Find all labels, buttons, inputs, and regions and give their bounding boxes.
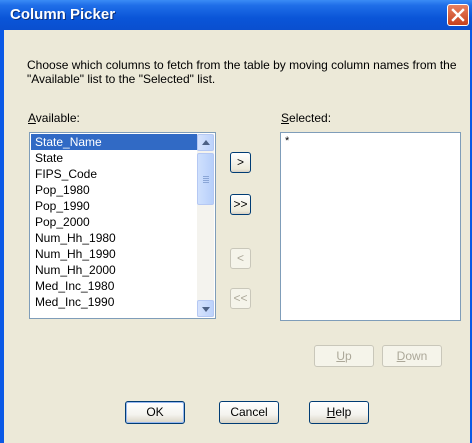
remove-column-button[interactable]: < [230, 248, 251, 269]
cancel-button[interactable]: Cancel [219, 401, 279, 424]
move-up-button[interactable]: Up [314, 345, 374, 367]
scroll-up-button[interactable] [197, 134, 214, 151]
add-column-button[interactable]: > [230, 152, 251, 173]
move-down-button[interactable]: Down [382, 345, 442, 367]
selected-listbox[interactable]: * [280, 132, 461, 321]
grip-icon [203, 176, 209, 177]
window-title: Column Picker [10, 6, 116, 23]
available-list-item[interactable]: Pop_1980 [31, 182, 197, 198]
column-picker-dialog: Column Picker Choose which columns to fe… [0, 0, 472, 443]
selected-empty-marker: * [285, 135, 290, 147]
available-list-item[interactable]: Num_Hh_1980 [31, 230, 197, 246]
chevron-up-icon [202, 140, 210, 145]
available-list-item[interactable]: State_Name [31, 134, 197, 150]
available-list-items: State_Name State FIPS_Code Pop_1980 Pop_1990… [31, 134, 197, 310]
add-all-columns-button[interactable]: >> [230, 194, 251, 215]
ok-button[interactable]: OK [125, 401, 185, 424]
scroll-down-button[interactable] [197, 300, 214, 317]
scroll-thumb[interactable] [197, 153, 214, 205]
available-list-item[interactable]: Med_Inc_1980 [31, 278, 197, 294]
title-bar[interactable]: Column Picker [0, 0, 472, 30]
remove-all-columns-button[interactable]: << [230, 288, 251, 309]
close-icon [451, 8, 465, 22]
help-button[interactable]: Help [309, 401, 369, 424]
available-listbox[interactable]: State_Name State FIPS_Code Pop_1980 Pop_1990… [29, 132, 216, 319]
instructions-text: Choose which columns to fetch from the t… [27, 58, 457, 86]
available-list-item[interactable]: Num_Hh_2000 [31, 262, 197, 278]
available-label: Available: [28, 111, 80, 125]
chevron-down-icon [202, 307, 210, 312]
available-scrollbar[interactable] [197, 134, 214, 317]
available-list-item[interactable]: State [31, 150, 197, 166]
available-list-item[interactable]: FIPS_Code [31, 166, 197, 182]
selected-label: Selected: [281, 111, 332, 125]
available-list-item[interactable]: Pop_2000 [31, 214, 197, 230]
available-list-item[interactable]: Num_Hh_1990 [31, 246, 197, 262]
available-list-item[interactable]: Pop_1990 [31, 198, 197, 214]
close-button[interactable] [447, 4, 469, 26]
available-list-item[interactable]: Med_Inc_1990 [31, 294, 197, 310]
